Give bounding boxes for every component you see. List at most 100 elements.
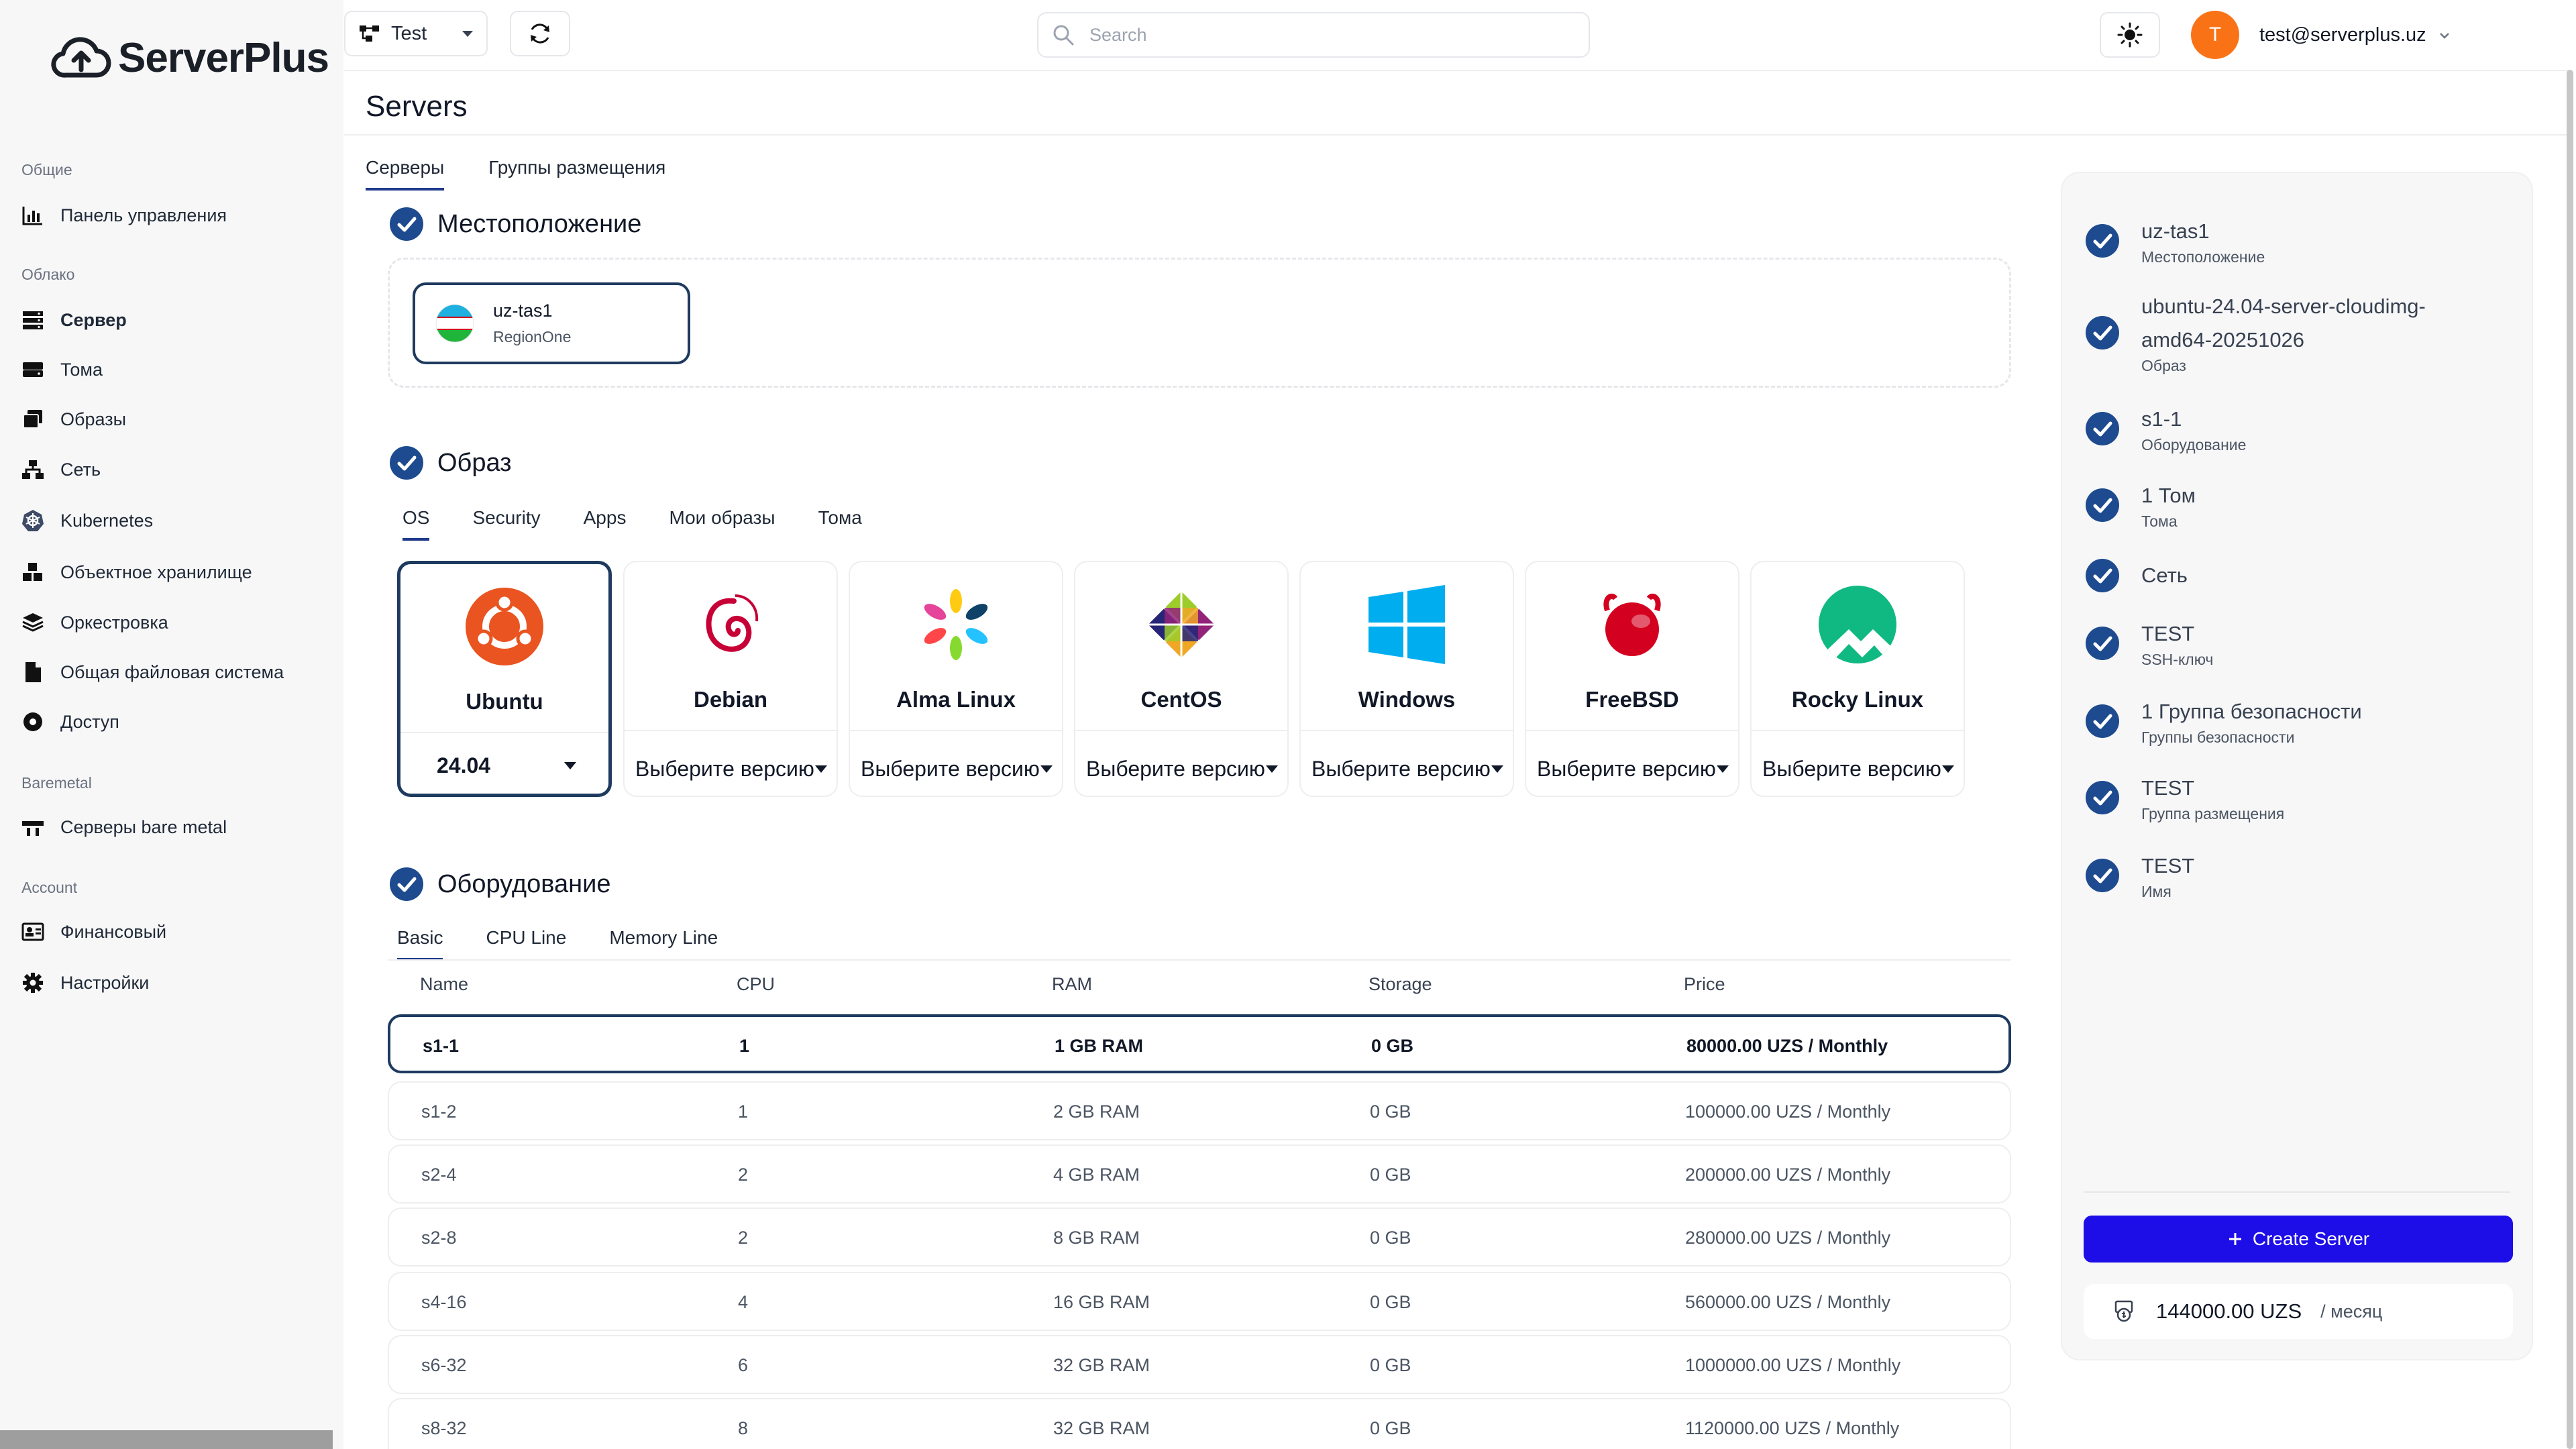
table-row[interactable]: s6-32 6 32 GB RAM 0 GB 1000000.00 UZS / …	[388, 1335, 2011, 1394]
project-select[interactable]: Test	[344, 11, 488, 56]
table-row[interactable]: s1-2 1 2 GB RAM 0 GB 100000.00 UZS / Mon…	[388, 1081, 2011, 1140]
version-select[interactable]: Выберите версию	[1537, 757, 1729, 782]
section-location: Местоположение	[389, 207, 641, 241]
sidebar-item-label: Kubernetes	[60, 510, 154, 531]
caret-down-icon	[1266, 765, 1278, 773]
sidebar-item-label: Панель управления	[60, 205, 227, 225]
table-row[interactable]: s2-8 2 8 GB RAM 0 GB 280000.00 UZS / Mon…	[388, 1208, 2011, 1267]
column-header: RAM	[1052, 974, 1092, 994]
tab-memory-line[interactable]: Memory Line	[609, 927, 718, 961]
cell-ram: 1 GB RAM	[1055, 1036, 1144, 1056]
brand-logo[interactable]: ServerPlus	[51, 34, 329, 82]
tab-cpu-line[interactable]: CPU Line	[486, 927, 566, 961]
tab-basic[interactable]: Basic	[397, 927, 443, 961]
version-value: 24.04	[437, 753, 491, 777]
summary-value: Сеть	[2141, 564, 2188, 587]
sidebar-item-network[interactable]: Сеть	[21, 453, 330, 486]
gear-icon	[21, 971, 44, 994]
sidebar-item-server[interactable]: Сервер	[21, 303, 330, 337]
network-icon	[21, 458, 44, 481]
tab-my-images[interactable]: Мои образы	[669, 507, 775, 541]
summary-value: amd64-20251026	[2141, 328, 2305, 352]
sidebar-item-settings[interactable]: Настройки	[21, 966, 330, 1000]
summary-item: 1 Том Тома	[2085, 479, 2196, 531]
version-select[interactable]: Выберите версию	[1311, 757, 1503, 782]
main-tabs: Серверы Группы размещения	[366, 157, 665, 191]
sidebar-item-dashboard[interactable]: Панель управления	[21, 199, 330, 232]
os-name: Windows	[1358, 687, 1456, 712]
sidebar-item-label: Объектное хранилище	[60, 561, 252, 582]
summary-value: uz-tas1	[2141, 219, 2210, 243]
tab-placement-groups[interactable]: Группы размещения	[488, 157, 665, 191]
table-row[interactable]: s8-32 8 32 GB RAM 0 GB 1120000.00 UZS / …	[388, 1398, 2011, 1449]
cell-ram: 16 GB RAM	[1053, 1292, 1150, 1312]
images-icon	[21, 408, 44, 431]
avatar[interactable]: T	[2191, 11, 2239, 59]
version-value: Выберите версию	[1537, 757, 1716, 781]
os-card-windows[interactable]: Windows Выберите версию	[1299, 561, 1514, 797]
section-image: Образ	[389, 445, 512, 480]
summary-item: TEST SSH-ключ	[2085, 617, 2213, 669]
sidebar-scrollbar[interactable]	[0, 1430, 333, 1449]
tab-os[interactable]: OS	[402, 507, 430, 541]
summary-item: 1 Группа безопасности Группы безопасности	[2085, 695, 2362, 747]
os-name: Alma Linux	[896, 687, 1016, 712]
version-select[interactable]: 24.04	[437, 753, 576, 778]
sidebar-item-object-storage[interactable]: Объектное хранилище	[21, 555, 330, 589]
sidebar-item-label: Финансовый	[60, 921, 167, 942]
tab-security[interactable]: Security	[472, 507, 540, 541]
page-scrollbar[interactable]	[2567, 70, 2573, 1449]
version-select[interactable]: Выберите версию	[1762, 757, 1954, 782]
table-row[interactable]: s1-1 1 1 GB RAM 0 GB 80000.00 UZS / Mont…	[388, 1014, 2011, 1073]
image-tabs: OS Security Apps Мои образы Тома	[402, 507, 862, 541]
tab-servers[interactable]: Серверы	[366, 157, 445, 191]
theme-toggle-button[interactable]	[2100, 12, 2160, 58]
tab-apps[interactable]: Apps	[584, 507, 627, 541]
location-card[interactable]: uz-tas1 RegionOne	[413, 282, 690, 364]
os-card-centos[interactable]: CentOS Выберите версию	[1074, 561, 1289, 797]
table-row[interactable]: s2-4 2 4 GB RAM 0 GB 200000.00 UZS / Mon…	[388, 1144, 2011, 1203]
table-row[interactable]: s4-16 4 16 GB RAM 0 GB 560000.00 UZS / M…	[388, 1272, 2011, 1331]
sidebar-item-kubernetes[interactable]: Kubernetes	[21, 504, 330, 537]
cell-price: 560000.00 UZS / Monthly	[1685, 1292, 1891, 1312]
cloud-upload-icon	[51, 37, 111, 78]
sidebar-item-shared-fs[interactable]: Общая файловая система	[21, 655, 330, 689]
create-server-button[interactable]: Create Server	[2084, 1216, 2513, 1263]
centos-logo-icon	[1147, 590, 1216, 659]
os-card-rockylinux[interactable]: Rocky Linux Выберите версию	[1750, 561, 1965, 797]
version-select[interactable]: Выберите версию	[1086, 757, 1278, 782]
cell-ram: 4 GB RAM	[1053, 1165, 1140, 1185]
sidebar-item-finance[interactable]: Финансовый	[21, 915, 330, 949]
summary-item: Сеть	[2085, 558, 2188, 593]
version-select[interactable]: Выберите версию	[861, 757, 1053, 782]
summary-item: TEST Имя	[2085, 849, 2194, 901]
version-select[interactable]: Выберите версию	[635, 757, 827, 782]
drive-icon	[21, 358, 44, 381]
chevron-down-icon	[2439, 32, 2449, 39]
cell-cpu: 1	[739, 1036, 750, 1056]
os-card-almalinux[interactable]: Alma Linux Выберите версию	[849, 561, 1063, 797]
sidebar-item-label: Образы	[60, 409, 126, 429]
user-menu[interactable]: test@serverplus.uz	[2259, 24, 2451, 46]
search-input[interactable]	[1089, 24, 1559, 46]
version-value: Выберите версию	[1762, 757, 1941, 781]
section-hardware: Оборудование	[389, 867, 610, 902]
sidebar-item-access[interactable]: Доступ	[21, 705, 330, 739]
caret-down-icon	[1040, 765, 1053, 773]
os-card-debian[interactable]: Debian Выберите версию	[623, 561, 838, 797]
search-box[interactable]	[1037, 12, 1590, 58]
check-circle-icon	[2086, 411, 2119, 445]
sidebar-item-volumes[interactable]: Тома	[21, 353, 330, 386]
layers-icon	[21, 611, 44, 634]
sidebar-item-images[interactable]: Образы	[21, 402, 330, 436]
summary-value: 1 Том	[2141, 484, 2196, 507]
os-card-ubuntu[interactable]: Ubuntu 24.04	[397, 561, 612, 797]
sidebar-item-label: Тома	[60, 359, 103, 380]
divider	[850, 730, 1062, 731]
cell-storage: 0 GB	[1370, 1292, 1411, 1312]
refresh-button[interactable]	[510, 11, 570, 56]
tab-volumes[interactable]: Тома	[818, 507, 862, 541]
sidebar-item-baremetal[interactable]: Серверы bare metal	[21, 810, 330, 844]
os-card-freebsd[interactable]: FreeBSD Выберите версию	[1525, 561, 1739, 797]
sidebar-item-orchestration[interactable]: Оркестровка	[21, 606, 330, 639]
